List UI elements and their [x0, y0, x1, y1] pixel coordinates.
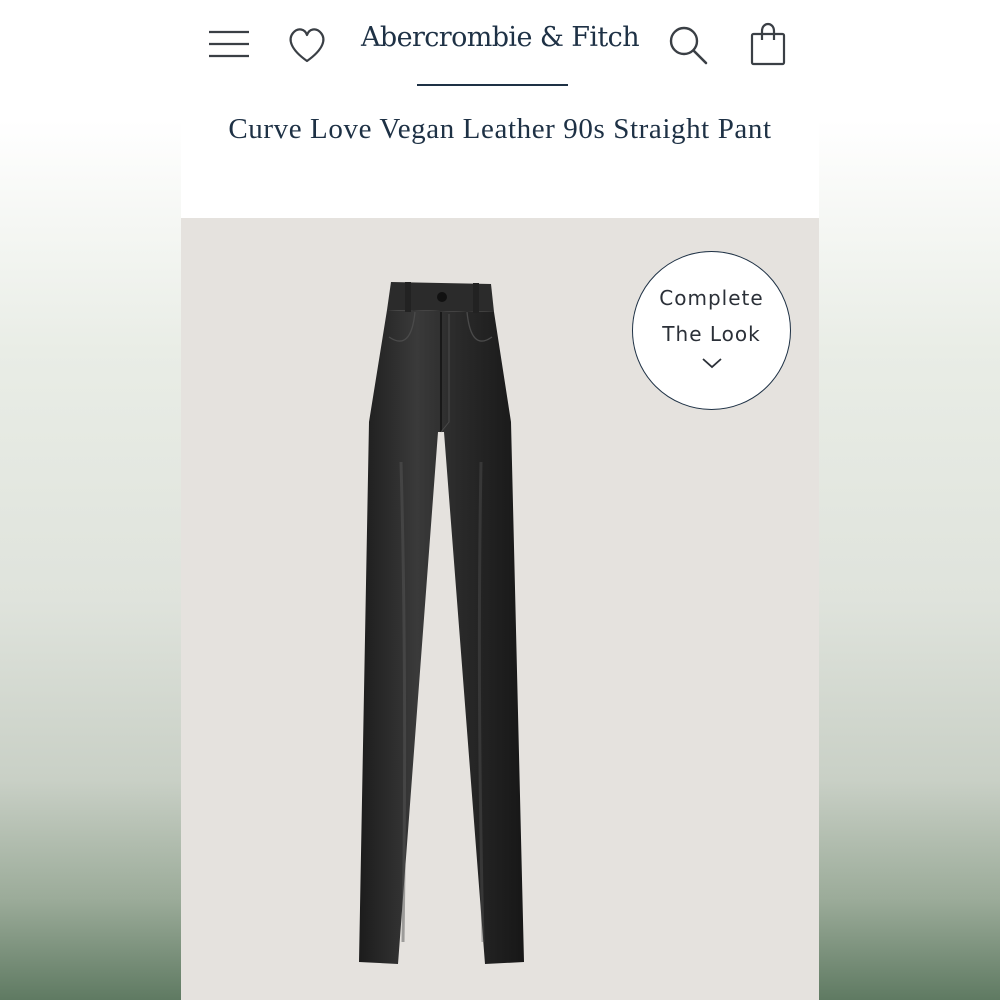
- heart-icon[interactable]: [286, 25, 328, 65]
- product-title: Curve Love Vegan Leather 90s Straight Pa…: [228, 113, 772, 145]
- phone-screen: Abercrombie & Fitch Curve Love Vegan Lea…: [181, 0, 819, 1000]
- chevron-down-icon: [701, 358, 722, 369]
- complete-the-look-label-line1: Complete: [659, 286, 764, 310]
- product-image-area[interactable]: Complete The Look: [181, 218, 819, 1000]
- complete-the-look-label-line2: The Look: [662, 322, 761, 346]
- logo-underline: [417, 84, 568, 86]
- brand-logo[interactable]: Abercrombie & Fitch: [331, 22, 669, 53]
- search-icon[interactable]: [667, 24, 709, 66]
- site-header: Abercrombie & Fitch: [181, 0, 819, 95]
- product-image[interactable]: [341, 282, 541, 964]
- shopping-bag-icon[interactable]: [749, 22, 787, 66]
- menu-icon[interactable]: [207, 28, 251, 60]
- complete-the-look-button[interactable]: Complete The Look: [632, 251, 791, 410]
